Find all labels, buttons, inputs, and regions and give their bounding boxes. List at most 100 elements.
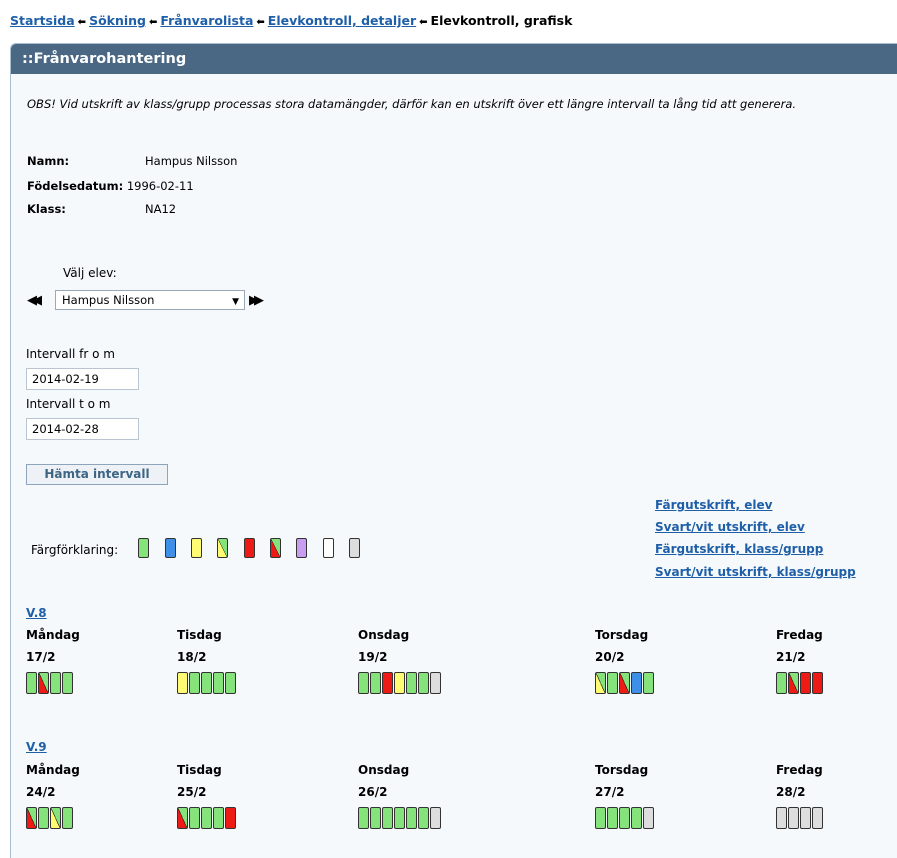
period-cell-green[interactable]	[370, 807, 381, 829]
period-cells	[776, 672, 823, 694]
period-cells	[177, 807, 236, 829]
info-row-class: Klass: NA12	[27, 202, 176, 216]
day-name: Torsdag	[595, 628, 649, 642]
period-cell-red-green[interactable]	[619, 672, 630, 694]
fast-forward-icon[interactable]: ▶▶	[249, 293, 264, 308]
legend-swatch-grey	[349, 538, 360, 558]
period-cell-grey[interactable]	[800, 807, 811, 829]
period-cell-yellow-green[interactable]	[50, 807, 61, 829]
period-cell-green[interactable]	[38, 807, 49, 829]
period-cell-green[interactable]	[358, 807, 369, 829]
period-cell-green[interactable]	[62, 807, 73, 829]
color-print-class-link[interactable]: Färgutskrift, klass/grupp	[655, 542, 823, 556]
period-cell-green[interactable]	[406, 672, 417, 694]
period-cell-green[interactable]	[643, 672, 654, 694]
period-cell-green[interactable]	[201, 672, 212, 694]
period-cell-green[interactable]	[358, 672, 369, 694]
arrow-left-icon: ⬅	[419, 17, 428, 28]
period-cell-grey[interactable]	[776, 807, 787, 829]
period-cell-yellow-green[interactable]	[595, 672, 606, 694]
period-cell-red-green[interactable]	[788, 672, 799, 694]
period-cell-red[interactable]	[812, 672, 823, 694]
arrow-left-icon: ⬅	[77, 17, 87, 28]
week-link-v8[interactable]: V.8	[26, 606, 47, 620]
period-cells	[776, 807, 823, 829]
period-cell-green[interactable]	[631, 807, 642, 829]
bw-print-student-link[interactable]: Svart/vit utskrift, elev	[655, 520, 805, 534]
rewind-icon[interactable]: ◀◀	[27, 293, 42, 308]
period-cell-green[interactable]	[201, 807, 212, 829]
day-name: Tisdag	[177, 763, 222, 777]
day-date: 18/2	[177, 650, 207, 664]
color-print-student-link[interactable]: Färgutskrift, elev	[655, 498, 772, 512]
fetch-interval-button[interactable]: Hämta intervall	[26, 464, 168, 485]
period-cell-yellow[interactable]	[177, 672, 188, 694]
period-cell-green[interactable]	[595, 807, 606, 829]
period-cell-green[interactable]	[50, 672, 61, 694]
period-cell-green[interactable]	[607, 807, 618, 829]
day-name: Onsdag	[358, 628, 410, 642]
period-cell-green[interactable]	[213, 672, 224, 694]
period-cell-green[interactable]	[213, 807, 224, 829]
period-cell-grey[interactable]	[812, 807, 823, 829]
period-cell-green[interactable]	[607, 672, 618, 694]
color-legend-label: Färgförklaring:	[31, 543, 119, 557]
day-date: 27/2	[595, 785, 625, 799]
student-birth: 1996-02-11	[126, 179, 194, 193]
breadcrumb-link-franvarolista[interactable]: Frånvarolista	[160, 13, 253, 28]
period-cells	[595, 672, 654, 694]
legend-swatch-blue	[165, 538, 176, 558]
breadcrumb-current: Elevkontroll, grafisk	[430, 13, 573, 28]
info-row-birth: Födelsedatum: 1996-02-11	[27, 179, 194, 193]
day-name: Fredag	[776, 628, 823, 642]
breadcrumb-link-startsida[interactable]: Startsida	[10, 13, 75, 28]
period-cell-yellow[interactable]	[394, 672, 405, 694]
day-date: 28/2	[776, 785, 806, 799]
period-cell-grey[interactable]	[788, 807, 799, 829]
period-cell-green[interactable]	[619, 807, 630, 829]
day-date: 26/2	[358, 785, 388, 799]
day-name: Måndag	[26, 628, 80, 642]
arrow-left-icon: ⬅	[256, 17, 265, 28]
period-cell-green[interactable]	[406, 807, 417, 829]
period-cell-red[interactable]	[225, 807, 236, 829]
interval-to-input[interactable]: 2014-02-28	[26, 418, 139, 440]
period-cell-green[interactable]	[370, 672, 381, 694]
period-cells	[358, 807, 441, 829]
period-cell-green[interactable]	[394, 807, 405, 829]
period-cell-grey[interactable]	[430, 807, 441, 829]
period-cell-green[interactable]	[418, 807, 429, 829]
info-row-name: Namn: Hampus Nilsson	[27, 154, 237, 168]
interval-from-input[interactable]: 2014-02-19	[26, 368, 139, 390]
period-cell-green[interactable]	[26, 672, 37, 694]
period-cell-red[interactable]	[382, 672, 393, 694]
period-cell-green[interactable]	[189, 807, 200, 829]
period-cell-green[interactable]	[776, 672, 787, 694]
period-cell-green[interactable]	[62, 672, 73, 694]
day-name: Fredag	[776, 763, 823, 777]
day-date: 19/2	[358, 650, 388, 664]
period-cell-grey[interactable]	[430, 672, 441, 694]
day-name: Torsdag	[595, 763, 649, 777]
period-cell-red-green[interactable]	[38, 672, 49, 694]
bw-print-class-link[interactable]: Svart/vit utskrift, klass/grupp	[655, 565, 856, 579]
period-cell-red[interactable]	[800, 672, 811, 694]
period-cell-red-green[interactable]	[26, 807, 37, 829]
week-link-v9[interactable]: V.9	[26, 740, 47, 754]
panel-title: ::Frånvarohantering	[11, 44, 897, 74]
student-class: NA12	[145, 202, 177, 216]
breadcrumb-link-sokning[interactable]: Sökning	[89, 13, 146, 28]
period-cell-grey[interactable]	[643, 807, 654, 829]
period-cell-green[interactable]	[382, 807, 393, 829]
period-cell-blue[interactable]	[631, 672, 642, 694]
period-cell-green[interactable]	[225, 672, 236, 694]
chevron-down-icon: ▼	[232, 297, 239, 307]
student-select[interactable]: Hampus Nilsson ▼	[55, 290, 245, 310]
day-name: Tisdag	[177, 628, 222, 642]
period-cell-red-green[interactable]	[177, 807, 188, 829]
period-cell-green[interactable]	[418, 672, 429, 694]
birth-label: Födelsedatum:	[27, 179, 124, 193]
name-label: Namn:	[27, 154, 70, 168]
period-cell-green[interactable]	[189, 672, 200, 694]
breadcrumb-link-elevkontroll-detaljer[interactable]: Elevkontroll, detaljer	[268, 13, 416, 28]
